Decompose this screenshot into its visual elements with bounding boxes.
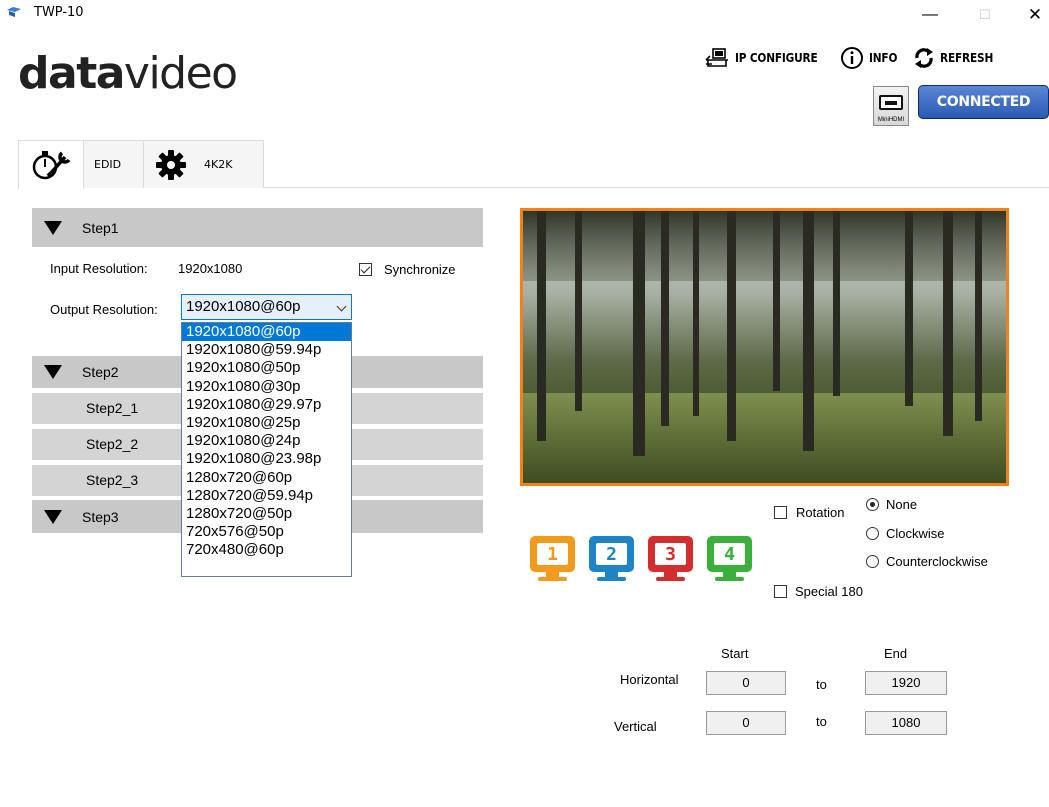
tab-tools[interactable] bbox=[18, 140, 84, 189]
step1-header[interactable]: Step1 bbox=[32, 208, 483, 247]
horizontal-to-label: to bbox=[816, 677, 827, 692]
collapse-triangle-icon bbox=[44, 220, 62, 235]
dropdown-option[interactable]: 720x480@60p bbox=[182, 541, 351, 559]
monitor-4-button[interactable]: 4 bbox=[707, 536, 752, 582]
radio-icon bbox=[866, 555, 879, 568]
dropdown-option[interactable]: 1920x1080@59.94p bbox=[182, 341, 351, 359]
video-preview bbox=[520, 208, 1009, 486]
datavideo-logo: datavideo bbox=[18, 48, 238, 99]
rotation-label: Rotation bbox=[796, 505, 845, 520]
maximize-button[interactable]: ☐ bbox=[965, 2, 1005, 28]
output-resolution-dropdown: 1920x1080@60p 1920x1080@59.94p 1920x1080… bbox=[181, 322, 352, 577]
dropdown-option[interactable]: 1920x1080@60p bbox=[182, 323, 351, 342]
input-resolution-label: Input Resolution: bbox=[50, 261, 148, 276]
step2-label: Step2 bbox=[82, 364, 119, 380]
tab-divider bbox=[264, 187, 1049, 188]
rotation-counterclockwise-label: Counterclockwise bbox=[886, 554, 988, 569]
output-resolution-label: Output Resolution: bbox=[50, 302, 158, 317]
monitor-4-number: 4 bbox=[714, 543, 745, 565]
rotation-none-radio[interactable]: None bbox=[866, 497, 917, 512]
checkbox-icon bbox=[359, 263, 372, 276]
horizontal-start-field[interactable]: 0 bbox=[706, 671, 786, 695]
app-icon bbox=[7, 7, 21, 17]
dropdown-option[interactable]: 720x576@50p bbox=[182, 523, 351, 541]
horizontal-end-field[interactable]: 1920 bbox=[865, 671, 947, 695]
ip-configure-button[interactable]: IP CONFIGURE bbox=[704, 44, 839, 72]
radio-icon bbox=[866, 498, 879, 511]
output-resolution-select[interactable]: 1920x1080@60p bbox=[181, 294, 352, 320]
tab-edid-label: EDID bbox=[94, 158, 122, 171]
connection-status-button[interactable]: CONNECTED bbox=[918, 85, 1049, 119]
dropdown-option[interactable]: 1280x720@59.94p bbox=[182, 487, 351, 505]
checkbox-icon bbox=[774, 506, 787, 519]
info-button[interactable]: INFO bbox=[840, 44, 912, 72]
output-resolution-selected: 1920x1080@60p bbox=[186, 298, 301, 315]
synchronize-checkbox[interactable]: Synchronize bbox=[359, 262, 456, 277]
collapse-triangle-icon bbox=[44, 365, 62, 379]
close-button[interactable]: ✕ bbox=[1020, 2, 1049, 28]
tab-bar: EDID 4K2K bbox=[18, 140, 1049, 189]
dropdown-option[interactable]: 1920x1080@30p bbox=[182, 378, 351, 396]
step3-label: Step3 bbox=[82, 508, 119, 525]
chevron-down-icon bbox=[336, 301, 347, 312]
tab-edid[interactable]: EDID bbox=[84, 140, 144, 188]
checkbox-icon bbox=[774, 585, 787, 598]
gear-icon bbox=[156, 149, 186, 180]
window-title: TWP-10 bbox=[34, 5, 84, 20]
dropdown-option[interactable]: 1920x1080@29.97p bbox=[182, 396, 351, 414]
special-180-label: Special 180 bbox=[795, 584, 863, 599]
rotation-checkbox[interactable]: Rotation bbox=[774, 505, 844, 520]
monitor-2-button[interactable]: 2 bbox=[589, 536, 634, 582]
dropdown-option[interactable]: 1280x720@60p bbox=[182, 469, 351, 487]
minimize-button[interactable]: — bbox=[910, 2, 950, 28]
dropdown-option[interactable]: 1280x720@50p bbox=[182, 505, 351, 523]
rotation-counterclockwise-radio[interactable]: Counterclockwise bbox=[866, 554, 988, 569]
step1-label: Step1 bbox=[82, 219, 119, 236]
rotation-none-label: None bbox=[886, 497, 918, 512]
input-resolution-value: 1920x1080 bbox=[178, 261, 243, 276]
dropdown-option[interactable]: 1920x1080@23.98p bbox=[182, 450, 351, 468]
monitor-3-button[interactable]: 3 bbox=[648, 536, 693, 582]
rotation-clockwise-label: Clockwise bbox=[886, 526, 945, 541]
monitor-2-number: 2 bbox=[596, 543, 627, 565]
refresh-button[interactable]: REFRESH bbox=[913, 44, 1013, 72]
vertical-start-field[interactable]: 0 bbox=[706, 711, 786, 735]
refresh-icon bbox=[915, 48, 933, 68]
vertical-label: Vertical bbox=[614, 719, 657, 734]
dropdown-option[interactable]: 1920x1080@25p bbox=[182, 414, 351, 432]
monitor-3-number: 3 bbox=[655, 543, 686, 565]
tab-4k2k-label: 4K2K bbox=[204, 158, 233, 171]
title-bar: TWP-10 — ☐ ✕ bbox=[0, 0, 1049, 30]
special-180-checkbox[interactable]: Special 180 bbox=[774, 584, 863, 599]
crop-start-header: Start bbox=[721, 646, 749, 661]
synchronize-label: Synchronize bbox=[384, 262, 456, 277]
ip-configure-label: IP CONFIGURE bbox=[735, 51, 818, 65]
network-icon bbox=[705, 48, 728, 67]
crop-end-header: End bbox=[884, 646, 908, 661]
refresh-label: REFRESH bbox=[940, 51, 994, 65]
tab-4k2k[interactable]: 4K2K bbox=[144, 140, 264, 188]
monitor-1-button[interactable]: 1 bbox=[530, 536, 575, 582]
collapse-triangle-icon bbox=[44, 509, 62, 524]
stopwatch-wrench-icon bbox=[32, 151, 71, 180]
horizontal-label: Horizontal bbox=[620, 672, 679, 687]
info-label: INFO bbox=[869, 51, 898, 65]
vertical-end-field[interactable]: 1080 bbox=[865, 711, 947, 735]
rotation-clockwise-radio[interactable]: Clockwise bbox=[866, 526, 945, 541]
dropdown-option[interactable]: 1920x1080@24p bbox=[182, 432, 351, 450]
info-icon bbox=[841, 47, 863, 69]
radio-icon bbox=[866, 527, 879, 540]
mini-hdmi-icon: MiniHDMI bbox=[873, 86, 909, 126]
monitor-1-number: 1 bbox=[537, 543, 568, 565]
vertical-to-label: to bbox=[816, 714, 827, 729]
dropdown-option[interactable]: 1920x1080@50p bbox=[182, 359, 351, 377]
